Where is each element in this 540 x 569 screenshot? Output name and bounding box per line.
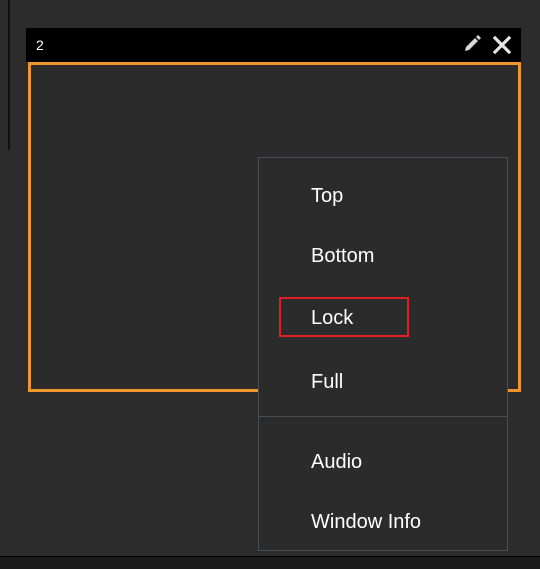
context-menu: Top Bottom Lock Full Audio Window Info (258, 157, 508, 551)
bottom-bar (0, 556, 540, 569)
menu-item-label: Window Info (311, 511, 422, 533)
close-icon[interactable] (491, 35, 513, 55)
panel-divider (8, 0, 10, 150)
menu-item-window-info[interactable]: Window Info (259, 502, 509, 542)
menu-separator (259, 416, 507, 417)
lock-highlight-box (279, 297, 409, 337)
menu-item-label: Audio (311, 451, 363, 473)
window-title-bar[interactable]: 2 (26, 28, 521, 62)
window-number: 2 (36, 37, 44, 53)
menu-item-label: Full (311, 371, 344, 393)
pencil-icon[interactable] (461, 35, 483, 55)
menu-item-full[interactable]: Full (259, 362, 509, 402)
menu-item-top[interactable]: Top (259, 176, 509, 216)
menu-item-audio[interactable]: Audio (259, 442, 509, 482)
menu-item-label: Top (311, 185, 344, 207)
menu-item-bottom[interactable]: Bottom (259, 236, 509, 276)
menu-item-label: Bottom (311, 245, 375, 267)
video-wall-canvas: 2 Top Bottom Lock Full Audio Window Info (0, 0, 540, 556)
